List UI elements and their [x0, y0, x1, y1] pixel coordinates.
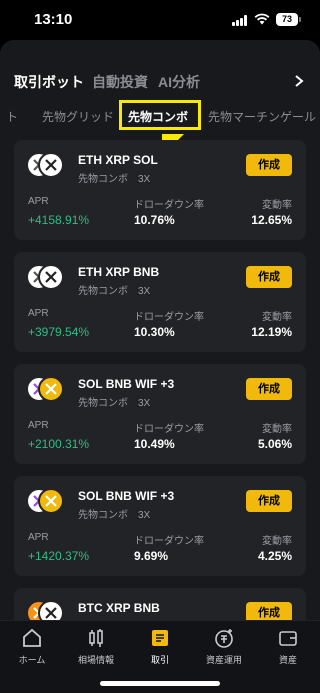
volatility-value: 12.65%: [251, 213, 292, 227]
apr-value: +2100.31%: [28, 437, 90, 451]
leverage: 3X: [138, 510, 151, 521]
chevron-right-icon[interactable]: [291, 73, 307, 89]
bot-card[interactable]: ETH XRP BNB 先物コンボ 3X 作成 APR ドローダウン率 変動率 +…: [14, 252, 306, 352]
leverage: 3X: [138, 398, 151, 409]
pair-name: SOL BNB WIF +3: [78, 489, 175, 503]
candlestick-icon: [89, 629, 103, 647]
nav-markets[interactable]: 相場情報: [64, 627, 128, 666]
bot-type: 先物コンボ: [78, 510, 128, 521]
trade-icon: [152, 630, 168, 646]
highlight-box: [119, 100, 201, 130]
pair-name: ETH XRP SOL: [78, 153, 158, 167]
main-tabs: 取引ボット 自動投資 AI分析: [0, 72, 320, 90]
drawdown-label: ドローダウン率: [134, 424, 204, 435]
sub-tab-partial[interactable]: ト: [6, 108, 18, 125]
home-indicator: [100, 681, 220, 686]
bot-card[interactable]: SOL BNB WIF +3 先物コンボ 3X 作成 APR ドローダウン率 変動…: [14, 364, 306, 464]
pair-type: 先物コンボ 3X: [78, 170, 150, 185]
drawdown-value: 9.69%: [134, 549, 169, 563]
battery-icon: 73: [276, 13, 298, 26]
apr-label: APR: [28, 308, 49, 319]
status-bar: 13:10 73: [0, 0, 320, 40]
status-time: 13:10: [34, 11, 73, 28]
tab-trading-bot[interactable]: 取引ボット: [14, 72, 84, 92]
apr-value: +1420.37%: [28, 549, 90, 563]
battery-tip: [299, 17, 301, 22]
drawdown-label: ドローダウン率: [134, 200, 204, 211]
coin-pair: [26, 264, 86, 294]
bot-type: 先物コンボ: [78, 286, 128, 297]
earn-icon: [215, 629, 233, 648]
nav-label-earn: 資産運用: [205, 655, 242, 665]
nav-label-trade: 取引: [150, 655, 169, 665]
leverage: 3X: [138, 174, 151, 185]
xrp-icon: [38, 264, 64, 290]
xrp-icon: [38, 152, 64, 178]
sub-tab-futures-grid[interactable]: 先物グリッド: [42, 108, 114, 125]
nav-label-home: ホーム: [18, 655, 46, 665]
apr-label: APR: [28, 196, 49, 207]
apr-value: +4158.91%: [28, 213, 90, 227]
nav-label-assets: 資産: [278, 655, 297, 665]
bnb-icon: [38, 488, 64, 514]
volatility-label: 変動率: [262, 200, 292, 211]
volatility-value: 12.19%: [251, 325, 292, 339]
volatility-label: 変動率: [262, 424, 292, 435]
create-button[interactable]: 作成: [246, 490, 292, 512]
coin-pair: [26, 488, 86, 518]
create-button[interactable]: 作成: [246, 266, 292, 288]
pair-type: 先物コンボ 3X: [78, 394, 150, 409]
volatility-value: 5.06%: [257, 437, 292, 451]
drawdown-label: ドローダウン率: [134, 312, 204, 323]
bot-card[interactable]: SOL BNB WIF +3 先物コンボ 3X 作成 APR ドローダウン率 変動…: [14, 476, 306, 576]
apr-value: +3979.54%: [28, 325, 90, 339]
pair-name: BTC XRP BNB: [78, 601, 160, 615]
apr-label: APR: [28, 420, 49, 431]
create-button[interactable]: 作成: [246, 154, 292, 176]
leverage: 3X: [138, 286, 151, 297]
volatility-value: 4.25%: [257, 549, 292, 563]
nav-home[interactable]: ホーム: [0, 627, 64, 666]
coin-pair: [26, 376, 86, 406]
nav-trade[interactable]: 取引: [128, 627, 192, 666]
home-icon: [23, 628, 41, 647]
pair-name: SOL BNB WIF +3: [78, 377, 175, 391]
bot-type: 先物コンボ: [78, 398, 128, 409]
pair-type: 先物コンボ 3X: [78, 506, 150, 521]
coin-pair: [26, 152, 86, 182]
volatility-label: 変動率: [262, 536, 292, 547]
nav-assets[interactable]: 資産: [256, 627, 320, 666]
wallet-icon: [279, 631, 297, 646]
drawdown-value: 10.30%: [134, 325, 175, 339]
tab-ai-analysis[interactable]: AI分析: [158, 72, 200, 92]
nav-earn[interactable]: 資産運用: [192, 627, 256, 666]
cellular-signal-icon: [232, 15, 249, 26]
create-button[interactable]: 作成: [246, 378, 292, 400]
wifi-icon: [254, 13, 270, 25]
drawdown-value: 10.49%: [134, 437, 175, 451]
drawdown-value: 10.76%: [134, 213, 175, 227]
tab-auto-invest[interactable]: 自動投資: [92, 72, 148, 92]
bot-card[interactable]: ETH XRP SOL 先物コンボ 3X 作成 APR ドローダウン率 変動率 +…: [14, 140, 306, 240]
bot-type: 先物コンボ: [78, 174, 128, 185]
bnb-icon: [38, 376, 64, 402]
nav-label-markets: 相場情報: [77, 655, 114, 665]
drawdown-label: ドローダウン率: [134, 536, 204, 547]
pair-type: 先物コンボ 3X: [78, 282, 150, 297]
pair-name: ETH XRP BNB: [78, 265, 160, 279]
sub-tab-futures-martingale[interactable]: 先物マーチンゲール: [208, 108, 316, 125]
volatility-label: 変動率: [262, 312, 292, 323]
apr-label: APR: [28, 532, 49, 543]
